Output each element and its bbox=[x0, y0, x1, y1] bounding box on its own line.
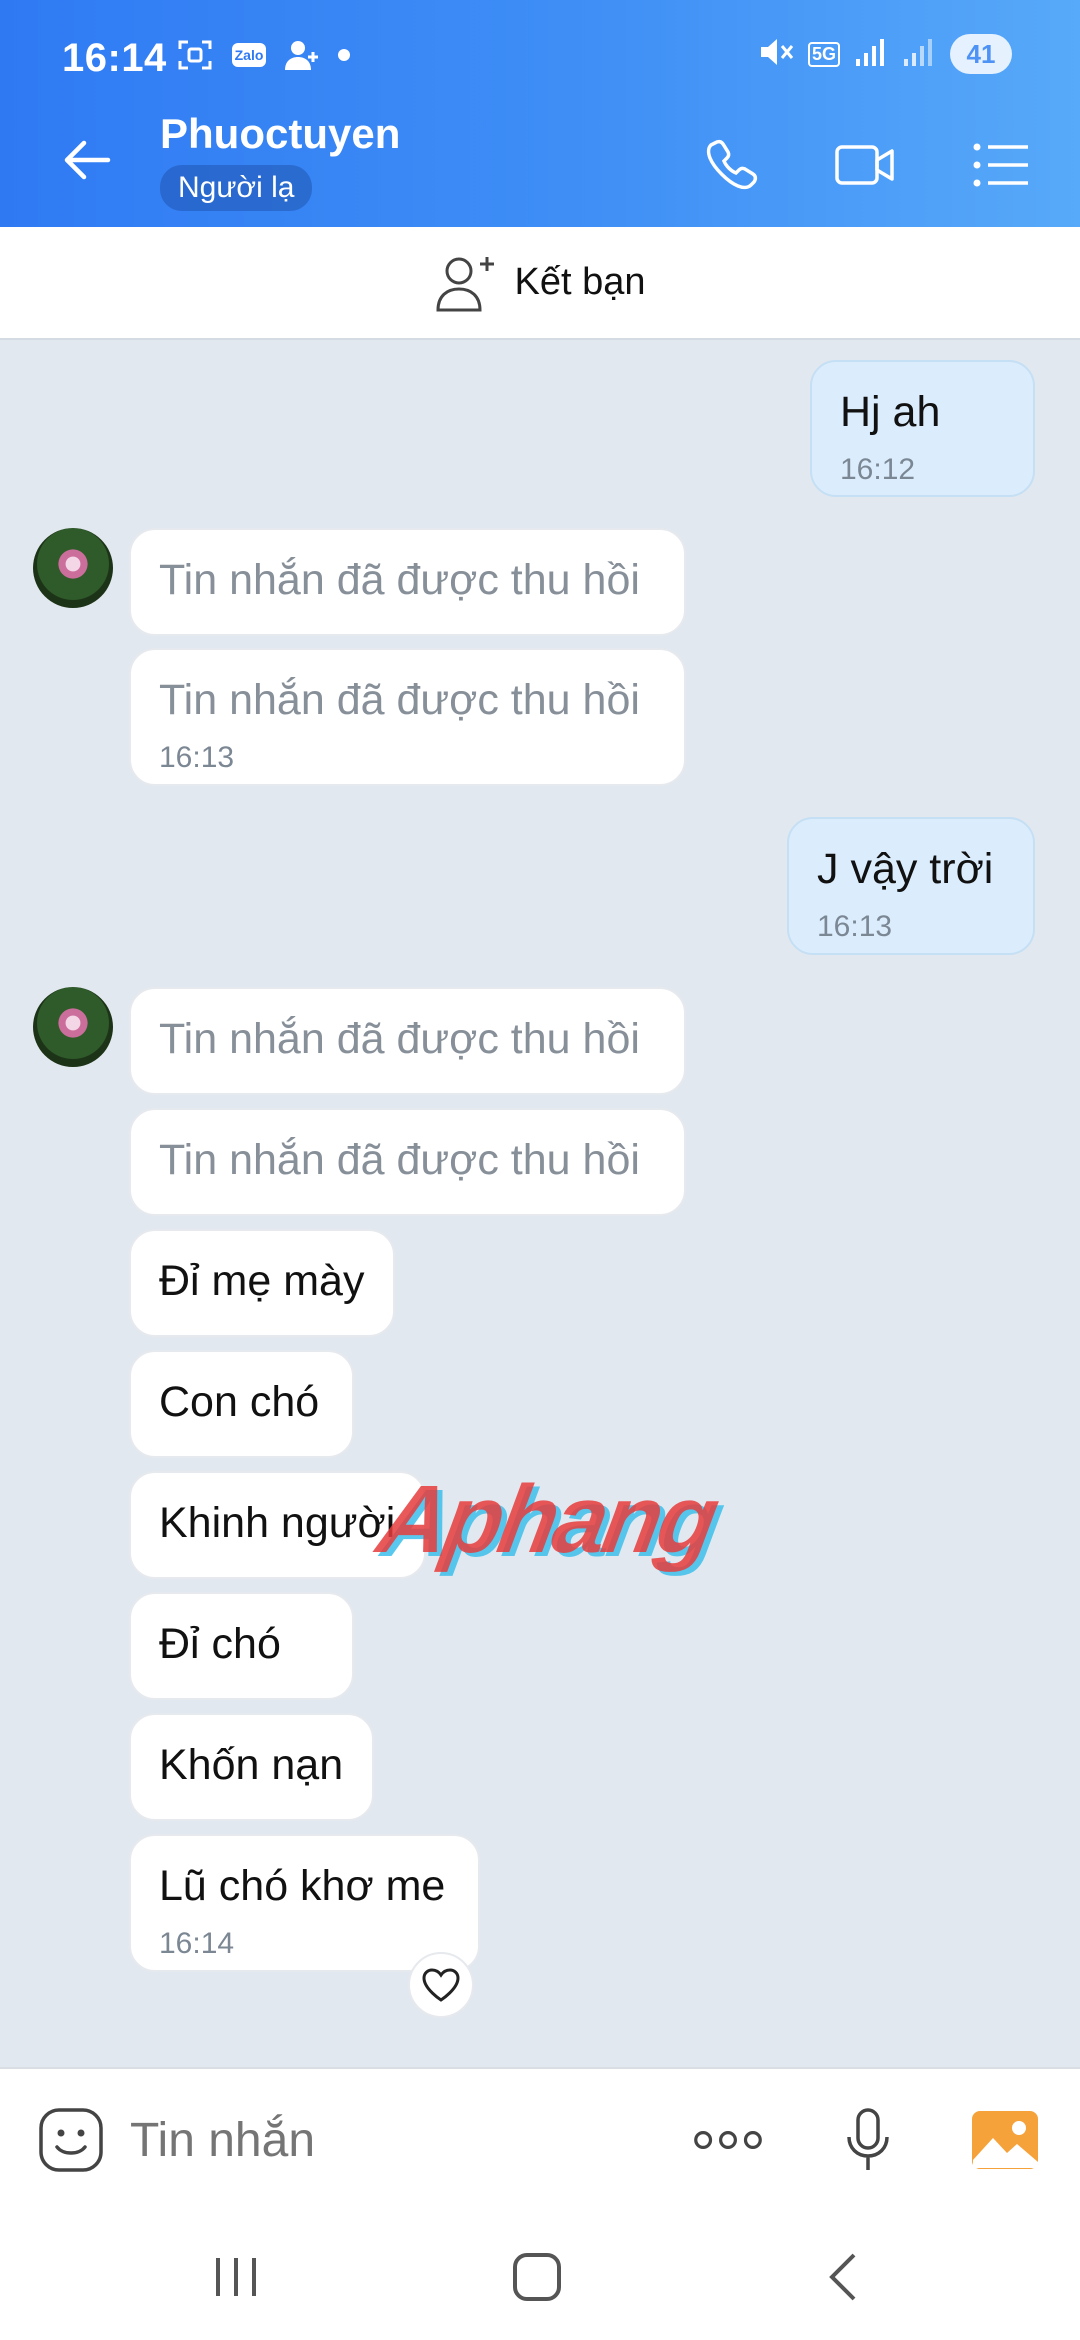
message-text: Khinh người bbox=[159, 1499, 396, 1547]
home-button[interactable] bbox=[507, 2247, 567, 2307]
video-camera-icon bbox=[835, 145, 894, 185]
list-menu-icon bbox=[973, 143, 1028, 187]
add-friend-button[interactable]: Kết bạn bbox=[0, 227, 1080, 340]
more-options-button[interactable] bbox=[693, 2105, 763, 2175]
recent-apps-icon bbox=[216, 2258, 256, 2296]
battery-indicator: 41 bbox=[950, 34, 1012, 74]
recent-apps-button[interactable] bbox=[206, 2247, 266, 2307]
voice-message-button[interactable] bbox=[833, 2105, 903, 2175]
message-time: 16:12 bbox=[840, 453, 916, 487]
message-bubble[interactable]: Đỉ chó bbox=[129, 1592, 354, 1700]
menu-button[interactable] bbox=[966, 130, 1036, 200]
chat-area[interactable]: Hj ah 16:12 Tin nhắn đã được thu hồi Tin… bbox=[0, 340, 1080, 2067]
message-input-bar bbox=[0, 2067, 1080, 2207]
stranger-badge: Người lạ bbox=[160, 165, 313, 211]
message-input[interactable] bbox=[130, 2113, 650, 2168]
status-left-icons: Zalo bbox=[176, 38, 350, 72]
heart-icon bbox=[422, 1968, 460, 2002]
back-button[interactable] bbox=[58, 130, 118, 190]
recalled-message-bubble[interactable]: Tin nhắn đã được thu hồi 16:13 bbox=[129, 648, 686, 786]
avatar[interactable] bbox=[33, 987, 113, 1067]
message-text: Tin nhắn đã được thu hồi bbox=[159, 556, 640, 604]
message-bubble[interactable]: Con chó bbox=[129, 1350, 354, 1458]
voice-call-button[interactable] bbox=[696, 130, 766, 200]
message-bubble[interactable]: Lũ chó khơ me 16:14 bbox=[129, 1834, 480, 1972]
signal-icon-secondary bbox=[902, 37, 936, 72]
message-text: J vậy trời bbox=[817, 845, 994, 893]
message-text: Tin nhắn đã được thu hồi bbox=[159, 1015, 640, 1063]
message-time: 16:13 bbox=[159, 741, 235, 775]
mute-icon bbox=[758, 35, 794, 74]
video-call-button[interactable] bbox=[830, 130, 900, 200]
react-heart-button[interactable] bbox=[408, 1952, 474, 2018]
message-text: Hj ah bbox=[840, 388, 941, 436]
zalo-notification-icon: Zalo bbox=[230, 38, 268, 72]
message-bubble[interactable]: Khốn nạn bbox=[129, 1713, 374, 1821]
system-nav-bar bbox=[0, 2207, 1080, 2340]
status-right-icons: 5G 41 bbox=[758, 34, 1012, 74]
status-bar: 16:14 Zalo 5G 41 bbox=[0, 0, 1080, 118]
zalo-badge-label: Zalo bbox=[231, 43, 267, 67]
microphone-icon bbox=[847, 2108, 889, 2170]
contact-name[interactable]: Phuoctuyen bbox=[160, 110, 400, 158]
avatar[interactable] bbox=[33, 528, 113, 608]
more-dots-icon bbox=[694, 2131, 762, 2149]
signal-icon bbox=[854, 37, 888, 72]
chevron-left-icon bbox=[829, 2253, 856, 2301]
message-text: Lũ chó khơ me bbox=[159, 1862, 446, 1910]
photo-gallery-button[interactable] bbox=[970, 2105, 1040, 2175]
screenshot-icon bbox=[176, 38, 214, 72]
message-text: Đỉ mẹ mày bbox=[159, 1257, 365, 1305]
image-icon bbox=[972, 2111, 1038, 2169]
recalled-message-bubble[interactable]: Tin nhắn đã được thu hồi bbox=[129, 987, 686, 1095]
emoji-icon bbox=[39, 2108, 103, 2172]
message-bubble[interactable]: J vậy trời 16:13 bbox=[787, 817, 1035, 955]
sticker-button[interactable] bbox=[36, 2105, 106, 2175]
message-bubble[interactable]: Hj ah 16:12 bbox=[810, 360, 1035, 497]
message-time: 16:13 bbox=[817, 910, 893, 944]
add-friend-label: Kết bạn bbox=[514, 261, 646, 303]
message-time: 16:14 bbox=[159, 1927, 235, 1961]
status-time: 16:14 bbox=[62, 36, 167, 80]
watermark-logo: Aphang bbox=[370, 1466, 723, 1573]
phone-icon bbox=[706, 139, 758, 190]
notification-dot-icon bbox=[338, 49, 350, 61]
message-text: Tin nhắn đã được thu hồi bbox=[159, 1136, 640, 1184]
add-person-icon bbox=[284, 38, 322, 72]
message-bubble[interactable]: Đỉ mẹ mày bbox=[129, 1229, 395, 1337]
recalled-message-bubble[interactable]: Tin nhắn đã được thu hồi bbox=[129, 528, 686, 636]
back-arrow-icon bbox=[64, 140, 111, 180]
network-5g-badge: 5G bbox=[807, 41, 840, 67]
message-text: Tin nhắn đã được thu hồi bbox=[159, 676, 640, 724]
recalled-message-bubble[interactable]: Tin nhắn đã được thu hồi bbox=[129, 1108, 686, 1216]
home-icon bbox=[513, 2253, 561, 2301]
message-text: Khốn nạn bbox=[159, 1741, 344, 1789]
system-back-button[interactable] bbox=[814, 2247, 874, 2307]
message-text: Con chó bbox=[159, 1378, 320, 1426]
message-text: Đỉ chó bbox=[159, 1620, 281, 1668]
add-friend-icon bbox=[435, 256, 494, 311]
chat-header: 16:14 Zalo 5G 41 Phuoctuyen Người lạ bbox=[0, 0, 1080, 227]
